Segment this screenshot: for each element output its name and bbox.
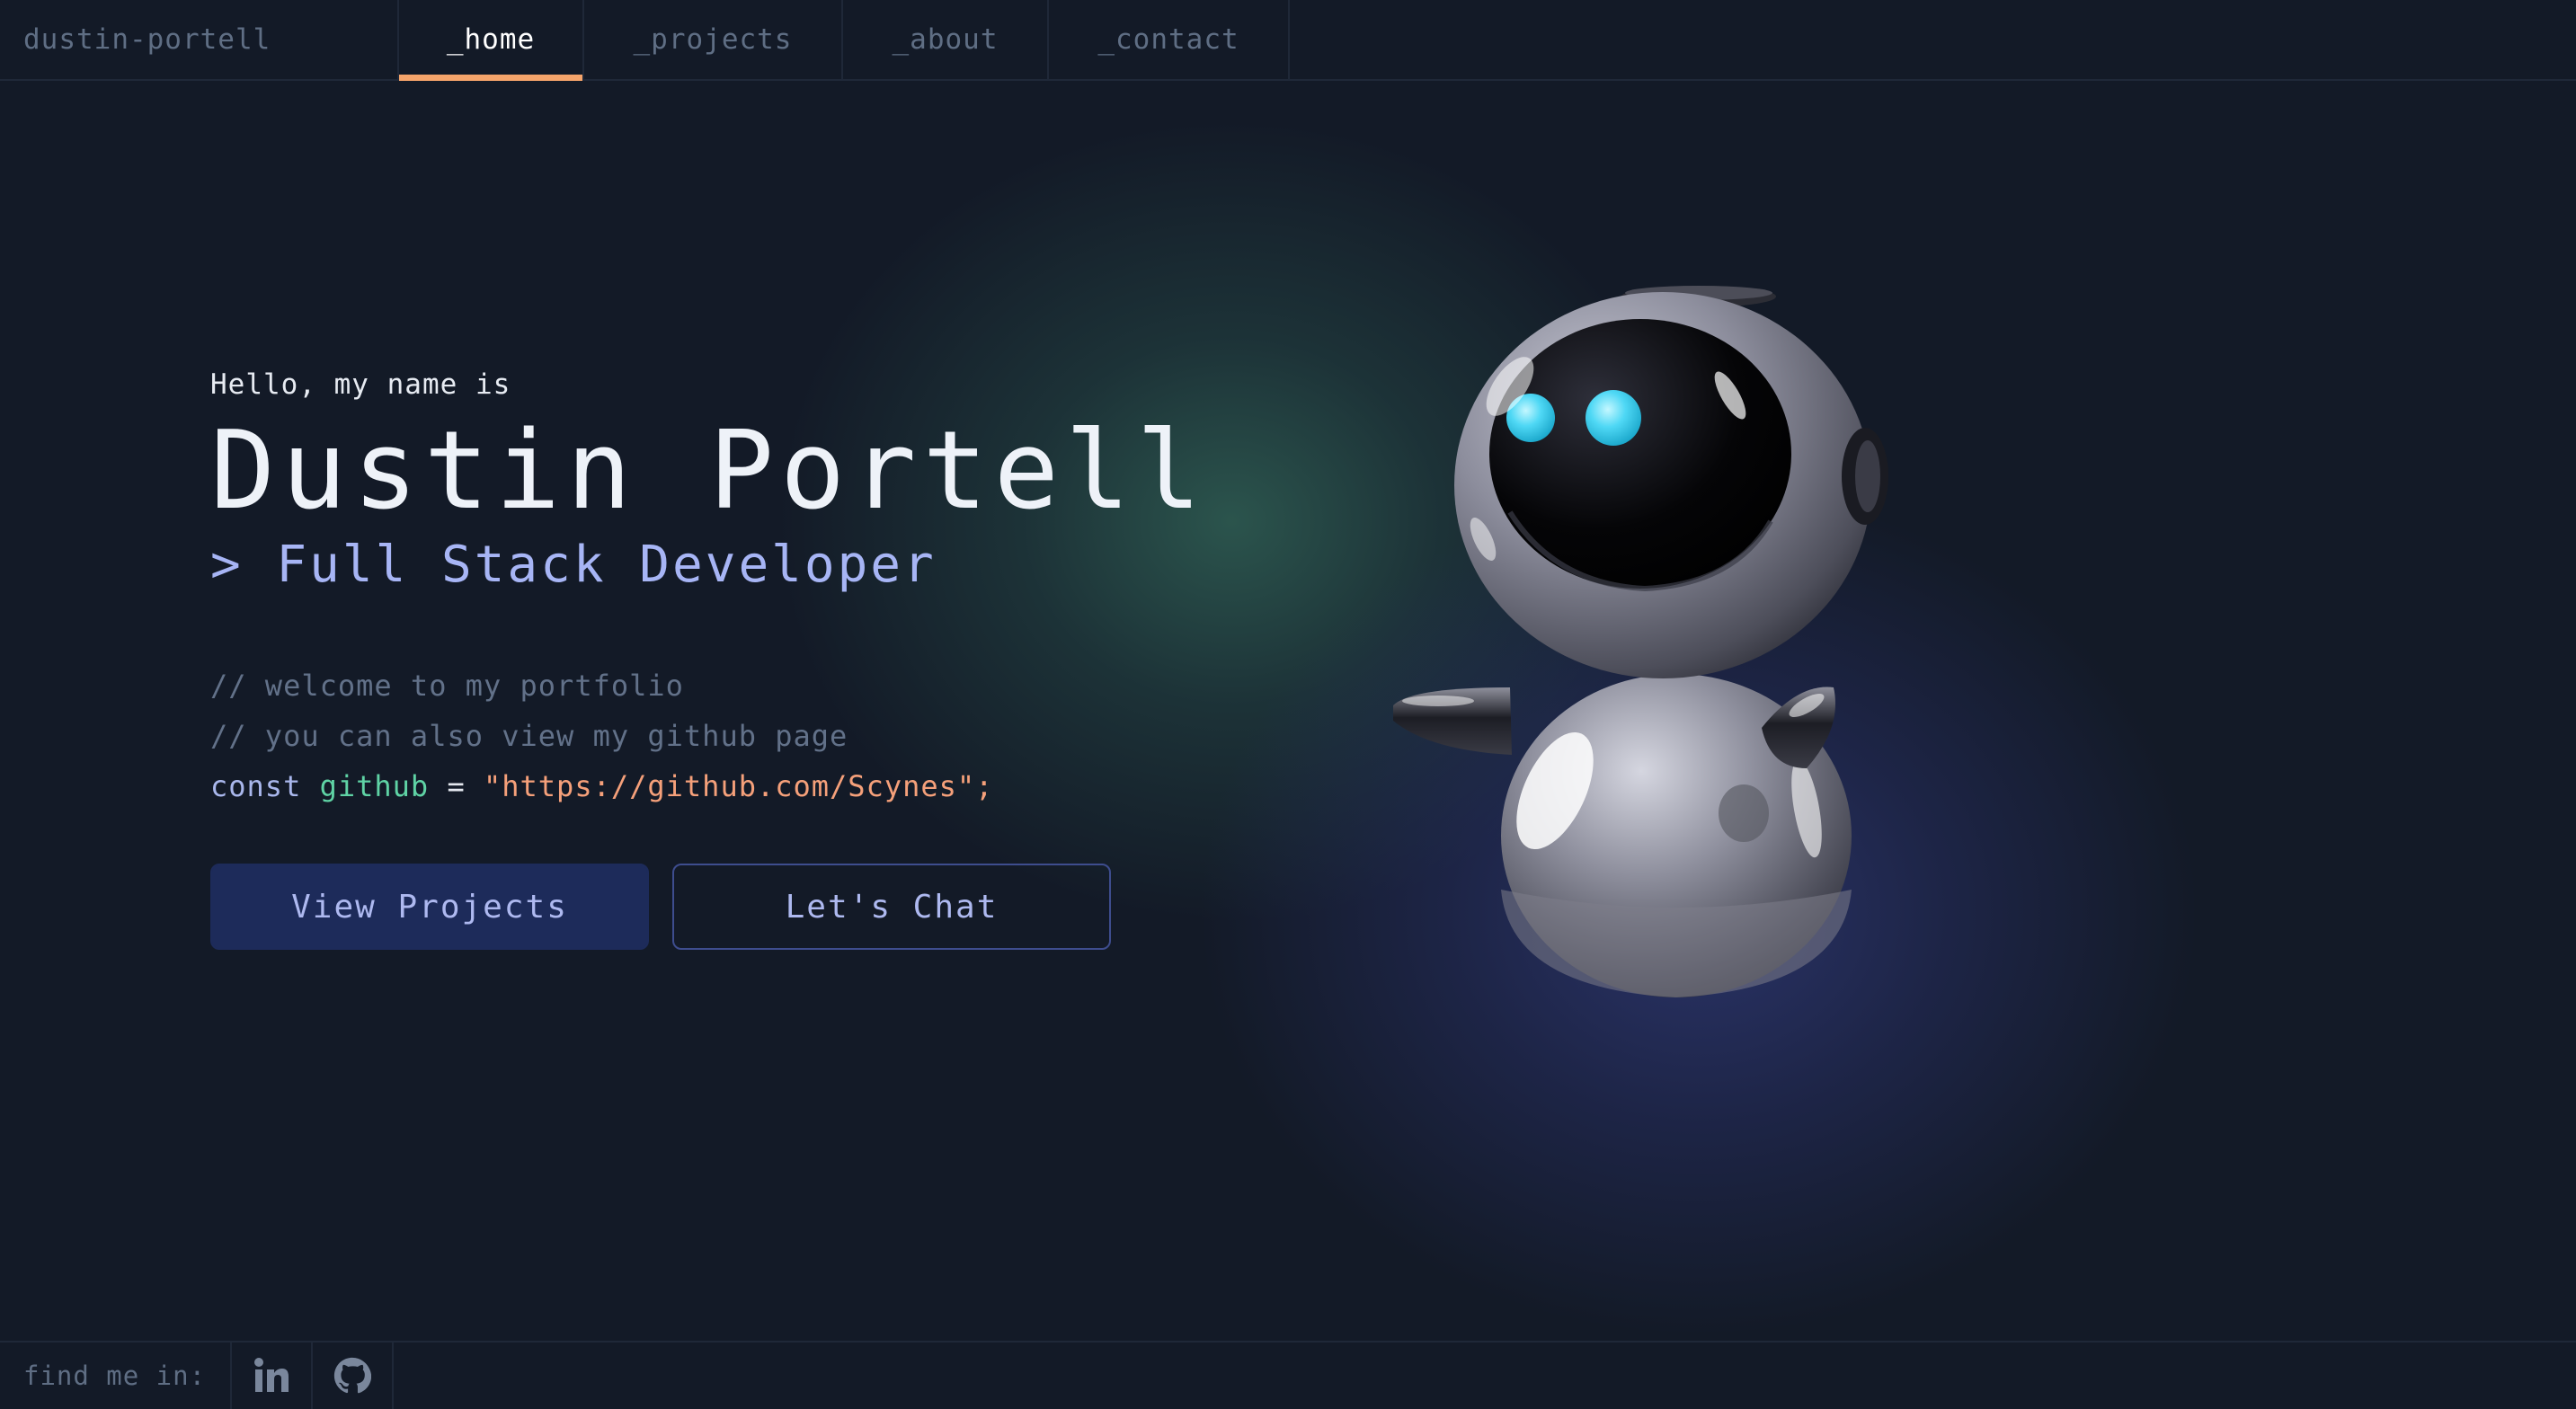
robot-right-eye [1586,390,1641,446]
hero-buttons: View Projects Let's Chat [210,864,1207,950]
github-link[interactable] [313,1343,394,1409]
code-snippet: // welcome to my portfolio // you can al… [210,660,1207,811]
find-me-label: find me in: [0,1343,232,1409]
code-keyword: const [210,769,302,803]
tab-about[interactable]: _about [843,0,1049,79]
code-operator: = [447,769,466,803]
code-comment: // you can also view my github page [210,719,848,753]
footer-bar: find me in: [0,1341,2576,1409]
robot-illustration [1393,286,1888,997]
greeting-text: Hello, my name is [210,368,511,401]
site-brand[interactable]: dustin-portell [0,0,397,79]
robot-visor [1489,319,1791,589]
github-icon [333,1357,371,1394]
view-projects-button[interactable]: View Projects [210,864,649,950]
tab-home[interactable]: _home [397,0,584,81]
code-comment: // welcome to my portfolio [210,669,684,703]
github-url-link[interactable]: "https://github.com/Scynes"; [484,769,993,803]
page-title: Dustin Portell [210,409,1208,534]
lets-chat-button[interactable]: Let's Chat [672,864,1111,950]
code-statement: const github = "https://github.com/Scyne… [210,761,1207,811]
main-nav: _home _projects _about _contact [397,0,1290,81]
job-title: > Full Stack Developer [210,536,937,594]
linkedin-link[interactable] [232,1343,313,1409]
code-variable: github [319,769,430,803]
top-navigation-bar: dustin-portell _home _projects _about _c… [0,0,2576,81]
tab-contact[interactable]: _contact [1049,0,1290,79]
linkedin-icon [254,1358,289,1392]
hero-section: Hello, my name is Dustin Portell > Full … [210,368,1207,950]
portfolio-page: dustin-portell _home _projects _about _c… [0,0,2576,1409]
tab-projects[interactable]: _projects [584,0,843,79]
